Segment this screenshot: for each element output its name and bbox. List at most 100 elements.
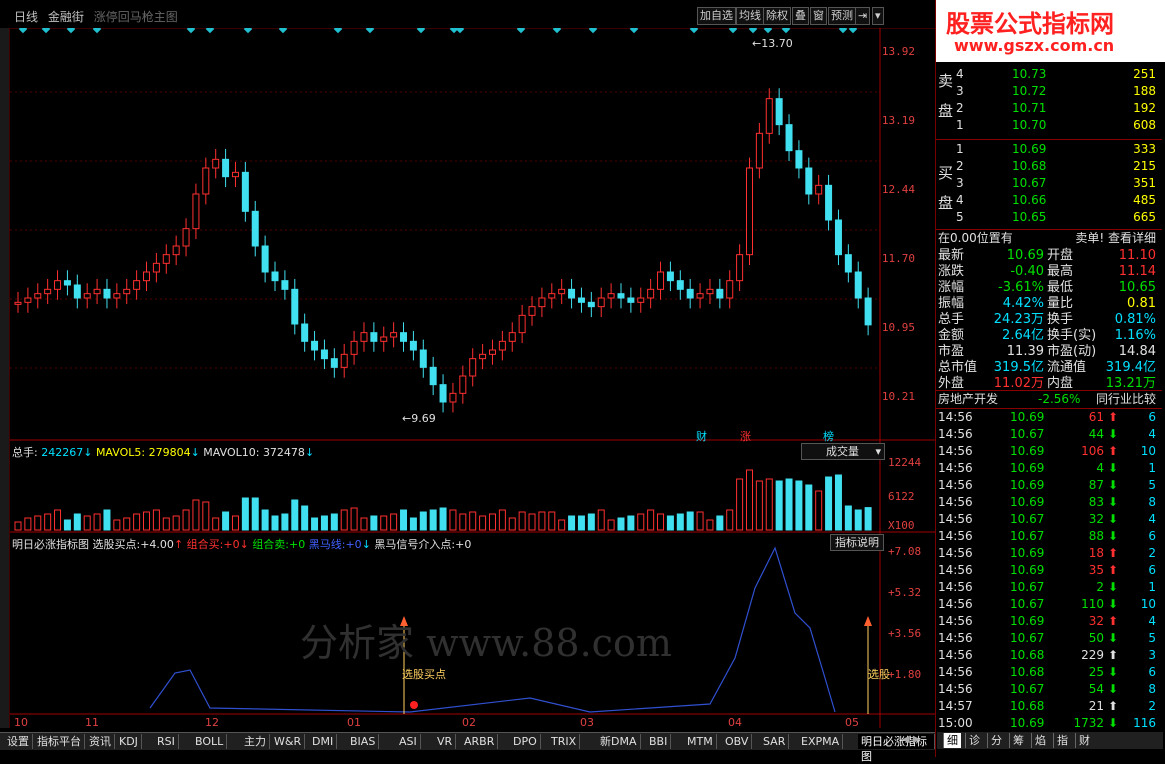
up-arrow-icon: ⬆ xyxy=(1107,699,1118,713)
indicator-name[interactable]: 明日必涨指标图 xyxy=(12,538,89,551)
bid-row[interactable]: 2 10.68 215 xyxy=(936,158,1162,175)
ask-row[interactable]: 3 10.72 188 xyxy=(936,83,1162,100)
volume-bar xyxy=(390,513,398,531)
indicator-tab[interactable]: KDJ xyxy=(116,734,142,749)
stat-value: 14.84 xyxy=(1118,344,1156,359)
indicator-tab[interactable]: EXPMA xyxy=(798,734,844,749)
event-tag[interactable]: 财 xyxy=(696,428,707,444)
tick-price: 10.67 xyxy=(1010,580,1045,594)
indicator-tab[interactable]: BOLL xyxy=(192,734,228,749)
position-line[interactable]: 在0.00位置有 卖单! 查看详细 xyxy=(936,229,1162,247)
buy-point-label-right: 选股 xyxy=(868,668,890,681)
volume: 351 xyxy=(1133,176,1156,190)
indicator-tab[interactable]: MTM xyxy=(684,734,717,749)
industry-compare-link[interactable]: 同行业比较 xyxy=(1096,391,1156,408)
period-label[interactable]: 日线 xyxy=(14,10,38,24)
toolbar-button-5[interactable]: 预测 xyxy=(828,7,856,25)
indicator-tab[interactable]: BIAS xyxy=(347,734,380,749)
price-tick: 13.19 xyxy=(881,114,915,127)
bid-row[interactable]: 3 10.67 351 xyxy=(936,175,1162,192)
indicator-help-button[interactable]: 指标说明 xyxy=(830,534,884,551)
indicator-tab[interactable]: 明日必涨指标图 xyxy=(858,734,935,763)
tick-row: 14:56 10.69 4 ⬇ 1 xyxy=(936,460,1162,477)
toolbar-button-2[interactable]: 除权 xyxy=(763,7,791,25)
dropdown-icon[interactable]: ▾ xyxy=(872,7,884,25)
signal-diamond xyxy=(748,28,758,34)
quote-tab[interactable]: 分 xyxy=(987,733,1005,748)
indicator-tab[interactable]: DMI xyxy=(309,734,338,749)
vol-total-label: 总手: xyxy=(12,446,38,459)
volume-bar xyxy=(73,513,81,531)
expand-icon[interactable]: ⇥ xyxy=(855,7,871,25)
price: 10.65 xyxy=(1012,210,1047,224)
event-tag[interactable]: 涨 xyxy=(740,428,751,444)
stat-value: 10.65 xyxy=(1118,280,1156,295)
quote-tab[interactable]: 焰 xyxy=(1031,733,1049,748)
indicator-tab[interactable]: 主力 xyxy=(241,734,270,749)
stat-value: 24.23万 xyxy=(993,312,1044,327)
candle-body xyxy=(834,219,842,256)
event-tag[interactable]: 榜 xyxy=(823,428,834,444)
ask-row[interactable]: 1 10.70 608 xyxy=(936,117,1162,134)
price-tick: 10.21 xyxy=(881,390,915,403)
main-indicator-name: 涨停回马枪主图 xyxy=(93,10,178,24)
indicator-tab[interactable]: RSI xyxy=(154,734,179,749)
indicator-tab[interactable]: 新DMA xyxy=(597,734,641,749)
toolbar-button-1[interactable]: 均线 xyxy=(736,7,764,25)
quote-tab[interactable]: 财 xyxy=(1075,733,1093,748)
volume-bar xyxy=(558,519,566,531)
tick-price: 10.69 xyxy=(1010,444,1045,458)
tick-row: 14:56 10.69 87 ⬇ 5 xyxy=(936,477,1162,494)
indicator-tick: +5.32 xyxy=(888,586,922,599)
volume-indicator-select[interactable]: 成交量 ▾ xyxy=(801,443,885,460)
candle-body xyxy=(864,297,872,326)
candle-body xyxy=(241,171,249,212)
indicator-tab[interactable]: ARBR xyxy=(461,734,499,749)
scroll-arrows[interactable]: ◀ ▶ xyxy=(902,734,921,745)
candle-body xyxy=(350,340,358,355)
tick-row: 14:56 10.67 2 ⬇ 1 xyxy=(936,579,1162,596)
toolbar-button-3[interactable]: 叠 xyxy=(792,7,809,25)
indicator-tab[interactable]: OBV xyxy=(722,734,753,749)
toolbar-button-0[interactable]: 加自选 xyxy=(697,7,736,25)
bid-row[interactable]: 4 10.66 485 xyxy=(936,192,1162,209)
ask-row[interactable]: 2 10.71 192 xyxy=(936,100,1162,117)
position-text: 在0.00位置有 xyxy=(938,231,1013,245)
indicator-tab[interactable]: TRIX xyxy=(548,734,581,749)
indicator-tab[interactable]: ASI xyxy=(396,734,421,749)
combo-sell-value: +0 xyxy=(289,538,306,551)
up-arrow-icon: ⬆ xyxy=(1107,614,1118,628)
indicator-tab[interactable]: 资讯 xyxy=(86,734,115,749)
toolbar-button-4[interactable]: 窗 xyxy=(810,7,827,25)
tick-time: 14:56 xyxy=(938,563,973,577)
indicator-tab[interactable]: W&R xyxy=(271,734,306,749)
indicator-tab[interactable]: 设置 xyxy=(4,734,33,749)
quote-tab[interactable]: 诊 xyxy=(965,733,983,748)
candle-body xyxy=(320,349,328,360)
bid-row[interactable]: 1 10.69 333 xyxy=(936,141,1162,158)
indicator-tab[interactable]: 指标平台 xyxy=(34,734,85,749)
ask-row[interactable]: 4 10.73 251 xyxy=(936,66,1162,83)
stat-label: 最高 xyxy=(1047,264,1074,279)
indicator-tab[interactable]: SAR xyxy=(760,734,790,749)
indicator-tab[interactable]: DPO xyxy=(510,734,541,749)
left-side-strip[interactable] xyxy=(0,28,10,728)
volume-bar xyxy=(449,509,457,531)
level: 2 xyxy=(956,101,964,115)
tick-count: 6 xyxy=(1148,529,1156,543)
view-detail-link[interactable]: 卖单! 查看详细 xyxy=(1075,230,1156,247)
indicator-tab[interactable]: VR xyxy=(434,734,457,749)
candle-body xyxy=(548,293,556,299)
quote-tab[interactable]: 指 xyxy=(1053,733,1071,748)
level: 3 xyxy=(956,84,964,98)
industry-row[interactable]: 房地产开发 -2.56% 同行业比较 xyxy=(936,390,1162,409)
candle-body xyxy=(488,349,496,355)
candle-body xyxy=(301,323,309,342)
tick-row: 14:56 10.68 229 ⬆ 3 xyxy=(936,647,1162,664)
quote-tab[interactable]: 细 xyxy=(943,733,961,748)
indicator-tab[interactable]: BBI xyxy=(646,734,672,749)
candle-body xyxy=(854,271,862,299)
bid-row[interactable]: 5 10.65 665 xyxy=(936,209,1162,226)
quote-tab[interactable]: 筹 xyxy=(1009,733,1027,748)
volume-bar xyxy=(498,509,506,531)
